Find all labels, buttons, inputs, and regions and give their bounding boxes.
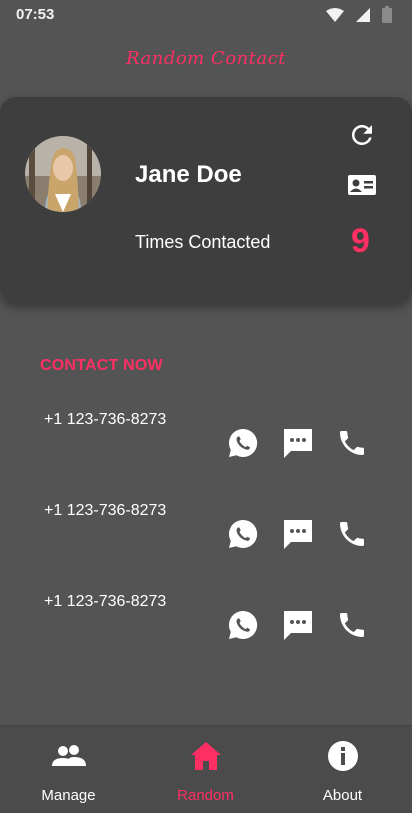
nav-label-manage: Manage [41, 787, 96, 804]
contact-row: +1 123-736-8273 [0, 593, 412, 653]
nav-item-about[interactable]: About [274, 726, 411, 813]
phone-icon[interactable] [335, 608, 369, 642]
sms-icon[interactable] [281, 608, 315, 642]
home-icon [189, 740, 223, 772]
times-contacted-label: Times Contacted [135, 232, 271, 252]
contact-now-title: CONTACT NOW [40, 357, 163, 374]
whatsapp-icon[interactable] [226, 426, 260, 460]
battery-icon [382, 6, 392, 28]
phone-number: +1 123-736-8273 [44, 411, 167, 428]
bottom-nav: Manage Random About [0, 725, 412, 813]
info-icon [326, 740, 360, 772]
signal-icon [356, 7, 370, 27]
phone-number: +1 123-736-8273 [44, 502, 167, 519]
sms-icon[interactable] [281, 426, 315, 460]
status-time: 07:53 [16, 6, 55, 23]
app-screen: 07:53 Random Contact Jane Doe Times Cont… [0, 0, 412, 813]
phone-icon[interactable] [335, 426, 369, 460]
refresh-icon[interactable] [347, 120, 377, 150]
nav-label-random: Random [177, 787, 234, 804]
whatsapp-icon[interactable] [226, 608, 260, 642]
contact-card-icon[interactable] [348, 173, 376, 197]
contact-row: +1 123-736-8273 [0, 411, 412, 471]
sms-icon[interactable] [281, 517, 315, 551]
avatar [25, 136, 101, 212]
nav-item-random[interactable]: Random [137, 726, 274, 813]
contact-row: +1 123-736-8273 [0, 502, 412, 562]
phone-number: +1 123-736-8273 [44, 593, 167, 610]
wifi-icon [326, 7, 344, 27]
app-title: Random Contact [126, 48, 286, 69]
phone-icon[interactable] [335, 517, 369, 551]
times-contacted-count: 9 [351, 222, 370, 260]
contact-name: Jane Doe [135, 161, 242, 188]
status-icons [326, 6, 392, 28]
profile-card: Jane Doe Times Contacted 9 [0, 97, 412, 303]
nav-item-manage[interactable]: Manage [0, 726, 137, 813]
whatsapp-icon[interactable] [226, 517, 260, 551]
status-bar: 07:53 [0, 0, 412, 32]
people-icon [51, 740, 86, 772]
nav-label-about: About [322, 787, 363, 804]
